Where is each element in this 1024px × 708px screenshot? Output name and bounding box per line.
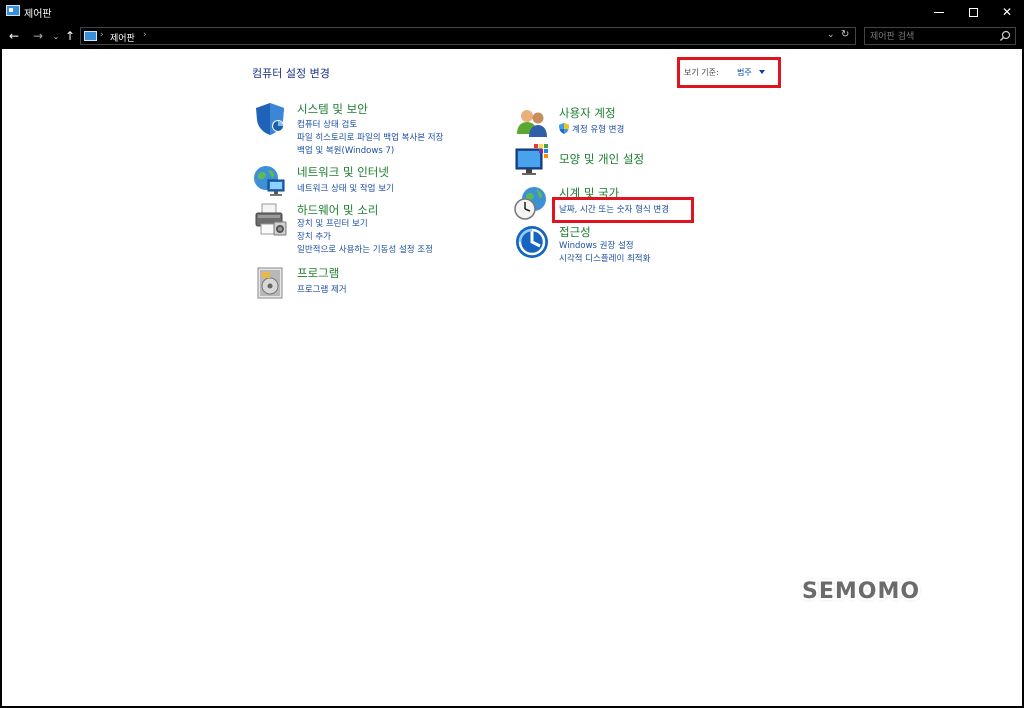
arrow-right-icon: → (32, 29, 44, 43)
link-uninstall-program[interactable]: 프로그램 제거 (297, 283, 347, 295)
link-backup-restore[interactable]: 백업 및 복원(Windows 7) (297, 144, 394, 156)
link-file-history-backup[interactable]: 파일 히스토리로 파일의 백업 복사본 저장 (297, 131, 443, 143)
link-mobility-settings[interactable]: 일반적으로 사용하는 기동성 설정 조정 (297, 243, 433, 255)
chevron-right-icon[interactable]: › (143, 30, 147, 40)
category-title[interactable]: 하드웨어 및 소리 (297, 202, 378, 218)
back-button[interactable]: ← (6, 28, 22, 44)
title-bar: 제어판 ✕ (0, 0, 1024, 24)
close-icon: ✕ (1001, 5, 1013, 19)
maximize-icon (968, 7, 978, 17)
search-input[interactable] (870, 30, 995, 43)
category-title[interactable]: 모양 및 개인 설정 (559, 151, 644, 167)
close-button[interactable]: ✕ (990, 0, 1024, 24)
arrow-left-icon: ← (8, 29, 20, 43)
minimize-icon (934, 11, 944, 13)
control-panel-icon (6, 5, 20, 16)
link-network-status[interactable]: 네트워크 상태 및 작업 보기 (297, 182, 394, 194)
arrow-up-icon: ↑ (64, 29, 76, 43)
users-icon[interactable] (514, 104, 550, 140)
page-title: 컴퓨터 설정 변경 (252, 67, 330, 80)
watermark: SEMOMO (802, 579, 921, 604)
up-button[interactable]: ↑ (62, 28, 78, 44)
network-globe-icon[interactable] (252, 164, 288, 200)
window-title: 제어판 (24, 9, 52, 20)
link-highlight (552, 197, 694, 223)
monitor-palette-icon[interactable] (514, 143, 550, 179)
refresh-icon[interactable]: ↻ (841, 29, 849, 40)
address-bar[interactable]: › 제어판 › ⌄ ↻ (80, 27, 856, 45)
category-title[interactable]: 프로그램 (297, 265, 339, 281)
clock-globe-icon[interactable] (514, 185, 550, 221)
printer-icon[interactable] (252, 202, 288, 238)
forward-button[interactable]: → (30, 28, 46, 44)
navigation-bar: ← → ⌄ ↑ › 제어판 › ⌄ ↻ (0, 24, 1024, 48)
category-title[interactable]: 사용자 계정 (559, 105, 616, 121)
category-title[interactable]: 네트워크 및 인터넷 (297, 164, 389, 180)
search-box[interactable] (864, 27, 1016, 45)
dropdown-arrow-icon[interactable] (759, 70, 765, 74)
link-optimize-visual-display[interactable]: 시각적 디스플레이 최적화 (559, 252, 650, 264)
shield-icon[interactable] (252, 101, 288, 137)
content-area: 컴퓨터 설정 변경 보기 기준: 범주 시스템 및 보안 컴퓨터 상태 검토 파… (2, 49, 1022, 706)
minimize-button[interactable] (922, 0, 956, 24)
link-view-devices-printers[interactable]: 장치 및 프린터 보기 (297, 217, 368, 229)
view-by-label: 보기 기준: (684, 68, 719, 77)
category-title[interactable]: 시스템 및 보안 (297, 101, 368, 117)
category-title[interactable]: 접근성 (559, 224, 591, 240)
search-icon[interactable] (999, 30, 1011, 42)
view-by-dropdown[interactable]: 범주 (737, 67, 752, 78)
link-review-computer-status[interactable]: 컴퓨터 상태 검토 (297, 118, 357, 130)
address-dropdown-icon[interactable]: ⌄ (827, 30, 835, 40)
breadcrumb-control-panel[interactable]: 제어판 (110, 31, 135, 44)
maximize-button[interactable] (956, 0, 990, 24)
uac-shield-icon (559, 123, 569, 134)
accessibility-icon[interactable] (514, 224, 550, 260)
control-panel-icon (84, 31, 97, 41)
chevron-down-icon: ⌄ (52, 31, 60, 41)
chevron-right-icon[interactable]: › (100, 30, 104, 40)
program-disc-icon[interactable] (252, 264, 288, 300)
link-windows-recommended-settings[interactable]: Windows 권장 설정 (559, 239, 634, 251)
link-change-account-type[interactable]: 계정 유형 변경 (572, 123, 624, 135)
link-add-device[interactable]: 장치 추가 (297, 230, 331, 242)
